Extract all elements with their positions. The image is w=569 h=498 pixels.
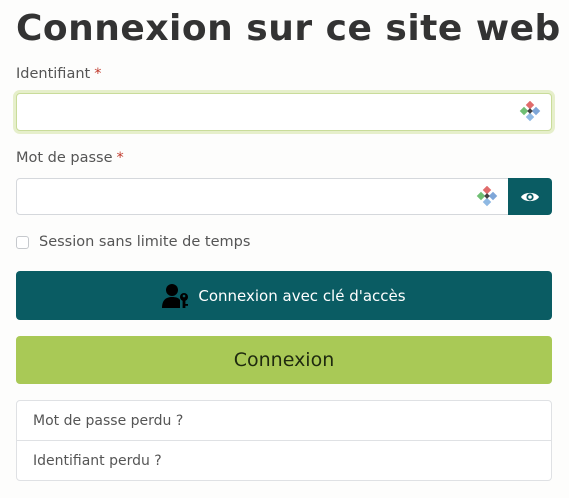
page-title: Connexion sur ce site web	[16, 8, 561, 49]
help-links-list: Mot de passe perdu ? Identifiant perdu ?	[16, 400, 552, 481]
required-marker: *	[116, 150, 124, 166]
password-manager-icon[interactable]	[519, 101, 541, 123]
username-label-text: Identifiant	[16, 66, 91, 82]
required-marker: *	[94, 66, 102, 82]
remember-label[interactable]: Session sans limite de temps	[39, 234, 250, 250]
login-button[interactable]: Connexion	[16, 336, 552, 384]
passkey-login-label: Connexion avec clé d'accès	[198, 286, 406, 305]
password-input[interactable]	[17, 179, 508, 214]
username-field[interactable]	[16, 93, 552, 131]
passkey-login-button[interactable]: Connexion avec clé d'accès	[16, 271, 552, 320]
lost-username-link[interactable]: Identifiant perdu ?	[17, 440, 551, 480]
lost-password-label[interactable]: Mot de passe perdu ?	[33, 413, 183, 429]
remember-row[interactable]: Session sans limite de temps	[16, 234, 250, 250]
login-button-label: Connexion	[233, 349, 335, 371]
show-password-button[interactable]	[508, 178, 552, 215]
password-label: Mot de passe *	[16, 150, 124, 166]
eye-icon	[521, 192, 539, 201]
password-field[interactable]	[16, 178, 509, 215]
user-key-icon	[162, 283, 189, 308]
lost-password-link[interactable]: Mot de passe perdu ?	[17, 401, 551, 440]
lost-username-label[interactable]: Identifiant perdu ?	[33, 453, 162, 469]
username-label: Identifiant *	[16, 66, 101, 82]
password-manager-icon[interactable]	[476, 186, 498, 208]
remember-checkbox[interactable]	[16, 235, 29, 249]
username-input[interactable]	[17, 94, 551, 130]
password-label-text: Mot de passe	[16, 150, 113, 166]
login-page: Connexion sur ce site web Identifiant * M…	[0, 0, 569, 498]
